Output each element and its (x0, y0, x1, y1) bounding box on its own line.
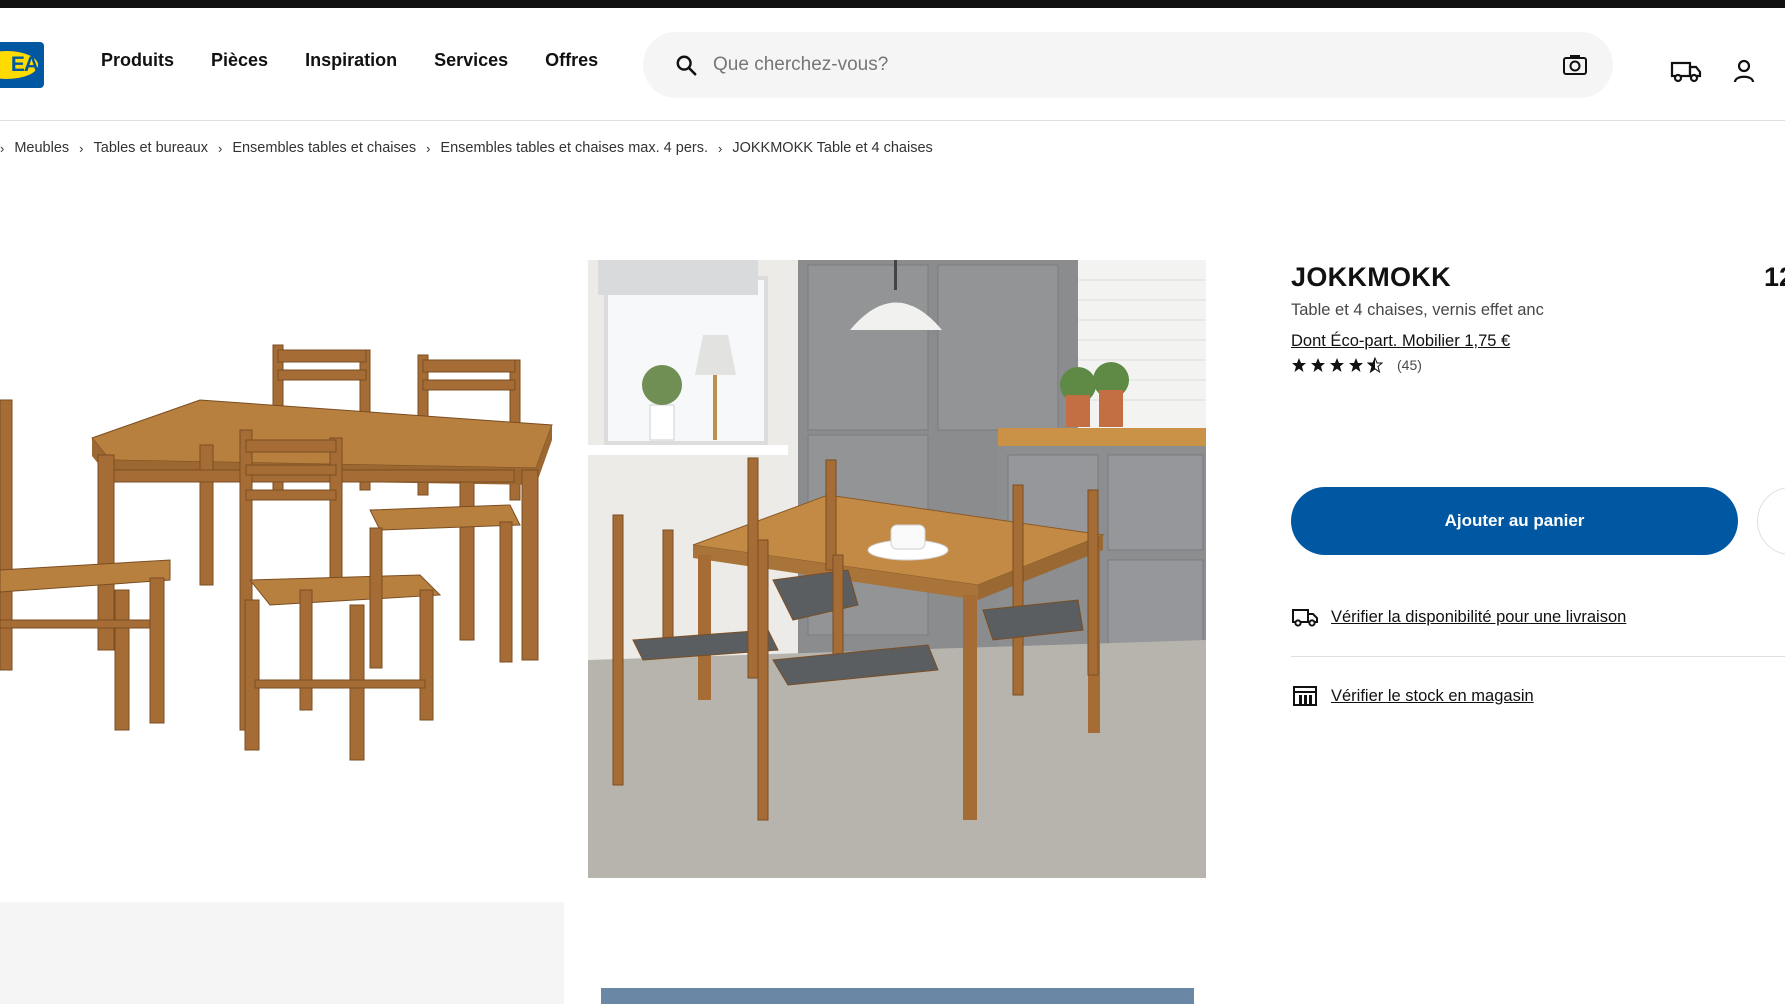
breadcrumb-item-current: JOKKMOKK Table et 4 chaises (732, 140, 933, 156)
store-icon (1293, 686, 1317, 706)
nav-item-services[interactable]: Services (434, 50, 508, 71)
top-black-bar (0, 0, 1785, 8)
search-icon[interactable] (675, 54, 697, 76)
user-icon[interactable] (1732, 58, 1756, 84)
chevron-right-icon: › (426, 140, 431, 156)
star-icon (1349, 358, 1363, 372)
product-image-thumbnail-left[interactable] (0, 902, 564, 1004)
breadcrumb-item-meubles[interactable]: Meubles (14, 140, 69, 156)
store-stock-link[interactable]: Vérifier le stock en magasin (1331, 687, 1534, 706)
add-to-cart-button[interactable]: Ajouter au panier (1291, 487, 1738, 555)
camera-icon[interactable] (1562, 53, 1588, 77)
star-half-icon (1367, 357, 1383, 373)
search-input[interactable] (713, 32, 1493, 98)
breadcrumb-item-ensembles-4[interactable]: Ensembles tables et chaises max. 4 pers. (440, 140, 708, 156)
product-info: JOKKMOKK 12 Table et 4 chaises, vernis e… (1291, 262, 1785, 373)
nav-item-pieces[interactable]: Pièces (211, 50, 268, 71)
nav-item-offres[interactable]: Offres (545, 50, 598, 71)
delivery-check-link[interactable]: Vérifier la disponibilité pour une livra… (1331, 608, 1626, 627)
delivery-truck-icon[interactable] (1670, 59, 1702, 83)
room-scene-photo (588, 260, 1206, 878)
chevron-right-icon: › (718, 140, 723, 156)
chevron-right-icon: › (217, 140, 223, 156)
product-image-main[interactable] (0, 260, 564, 885)
product-name: JOKKMOKK (1291, 262, 1451, 292)
favorite-button[interactable] (1757, 487, 1785, 555)
breadcrumb-item-ensembles[interactable]: Ensembles tables et chaises (232, 140, 416, 156)
truck-icon (1292, 609, 1318, 627)
product-price: 12 (1764, 262, 1785, 292)
product-image-room[interactable] (588, 260, 1206, 878)
chevron-right-icon: › (79, 140, 84, 156)
logo-text: EA (10, 53, 39, 76)
chevron-right-icon: › (0, 140, 5, 156)
nav-item-inspiration[interactable]: Inspiration (305, 50, 397, 71)
delivery-availability-row[interactable]: Vérifier la disponibilité pour une livra… (1291, 605, 1626, 629)
breadcrumb-item-tables-bureaux[interactable]: Tables et bureaux (94, 140, 208, 156)
eco-participation-link[interactable]: Dont Éco-part. Mobilier 1,75 € (1291, 332, 1510, 351)
store-stock-row[interactable]: Vérifier le stock en magasin (1291, 684, 1534, 708)
product-photo-table-chairs (0, 344, 553, 761)
search-bar[interactable] (643, 32, 1613, 98)
rating-stars (1291, 357, 1383, 373)
section-divider (1291, 656, 1785, 657)
star-icon (1330, 358, 1344, 372)
breadcrumb: › Meubles › Tables et bureaux › Ensemble… (0, 140, 933, 156)
site-header: EA Produits Pièces Inspiration Services … (0, 8, 1785, 121)
nav-item-produits[interactable]: Produits (101, 50, 174, 71)
product-rating[interactable]: (45) (1291, 357, 1785, 373)
star-icon (1311, 358, 1325, 372)
product-description: Table et 4 chaises, vernis effet anc (1291, 301, 1544, 319)
ikea-logo[interactable]: EA (0, 42, 44, 88)
product-image-thumbnail-right[interactable] (601, 988, 1194, 1004)
review-count: (45) (1397, 357, 1422, 373)
main-nav: Produits Pièces Inspiration Services Off… (101, 50, 598, 71)
star-icon (1292, 358, 1306, 372)
